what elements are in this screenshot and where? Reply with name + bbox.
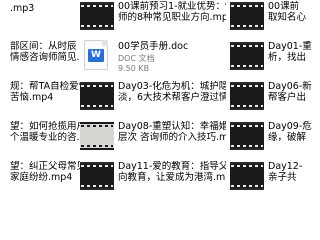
file-column-right: 00课前 取知名心 Day01-重 析，找出 Day06-新 帮客户出 Day0… — [228, 0, 320, 200]
file-item[interactable]: Day03-化危为机：城护隐瞒的架冷 淡，6大技术帮客户澄过情感危机... — [78, 80, 226, 116]
file-item[interactable]: W 00学员手册.doc DOC 文档 9.50 KB — [78, 40, 226, 76]
file-item[interactable]: 部区间：从时辰 情感咨询师简见... — [0, 40, 80, 76]
file-item[interactable]: Day01-重 析，找出 — [228, 40, 320, 76]
file-name: 望：纠正父母常见的 家庭纷纷.mp4 — [10, 161, 80, 183]
file-item[interactable]: Day06-新 帮客户出 — [228, 80, 320, 116]
file-name: 部区间：从时辰 情感咨询师简见... — [10, 41, 80, 63]
file-name: Day09-危 缘，破解 — [268, 121, 312, 143]
word-document-icon: W — [84, 40, 108, 70]
file-column-middle: 00课前预习1-就业优势：情感咨询 师的8种常见职业方向.mp4 W 00学员手… — [78, 0, 226, 200]
file-item[interactable]: .mp3 — [0, 2, 80, 38]
file-name: Day06-新 帮客户出 — [268, 81, 312, 103]
file-meta: DOC 文档 9.50 KB — [118, 54, 155, 73]
file-name: .mp3 — [10, 3, 35, 14]
file-name: Day03-化危为机：城护隐瞒的架冷 淡，6大技术帮客户澄过情感危机... — [118, 81, 226, 103]
video-thumbnail-icon — [230, 2, 264, 30]
file-item[interactable]: Day08-重塑认知：幸福婚姻的3个 层次 咨询师的介入技巧.mp4 — [78, 120, 226, 156]
video-thumbnail-icon — [80, 82, 114, 110]
video-thumbnail-icon — [80, 2, 114, 30]
video-thumbnail-icon — [230, 162, 264, 190]
file-item[interactable]: 望：如何抢揽用户真 个温暖专业的咨... — [0, 120, 80, 156]
file-item[interactable]: Day11-爱的教育：指导父母进行正 向教育，让爱成为港湾.mp4 — [78, 160, 226, 196]
video-thumbnail-icon — [230, 122, 264, 150]
file-grid: .mp3 部区间：从时辰 情感咨询师简见... 规：帮TA自检爱情 苦恼.mp4… — [0, 0, 312, 200]
file-name: 00课前 取知名心 — [268, 1, 307, 23]
file-item[interactable]: 望：纠正父母常见的 家庭纷纷.mp4 — [0, 160, 80, 196]
file-column-left: .mp3 部区间：从时辰 情感咨询师简见... 规：帮TA自检爱情 苦恼.mp4… — [0, 0, 80, 200]
file-name: 望：如何抢揽用户真 个温暖专业的咨... — [10, 121, 80, 143]
video-thumbnail-icon — [80, 122, 114, 150]
video-thumbnail-icon — [230, 82, 264, 110]
file-name: 规：帮TA自检爱情 苦恼.mp4 — [10, 81, 80, 103]
file-name: Day08-重塑认知：幸福婚姻的3个 层次 咨询师的介入技巧.mp4 — [118, 121, 226, 143]
video-thumbnail-icon — [230, 42, 264, 70]
file-item[interactable]: 00课前 取知名心 — [228, 0, 320, 36]
file-item[interactable]: Day09-危 缘，破解 — [228, 120, 320, 156]
file-name: 00课前预习1-就业优势：情感咨询 师的8种常见职业方向.mp4 — [118, 1, 226, 23]
file-name: Day11-爱的教育：指导父母进行正 向教育，让爱成为港湾.mp4 — [118, 161, 226, 183]
file-item[interactable]: 规：帮TA自检爱情 苦恼.mp4 — [0, 80, 80, 116]
file-item[interactable]: Day12- 亲子共 — [228, 160, 320, 196]
file-name: Day12- 亲子共 — [268, 161, 303, 183]
file-name: 00学员手册.doc — [118, 41, 189, 52]
file-item[interactable]: 00课前预习1-就业优势：情感咨询 师的8种常见职业方向.mp4 — [78, 0, 226, 36]
file-name: Day01-重 析，找出 — [268, 41, 312, 63]
video-thumbnail-icon — [80, 162, 114, 190]
